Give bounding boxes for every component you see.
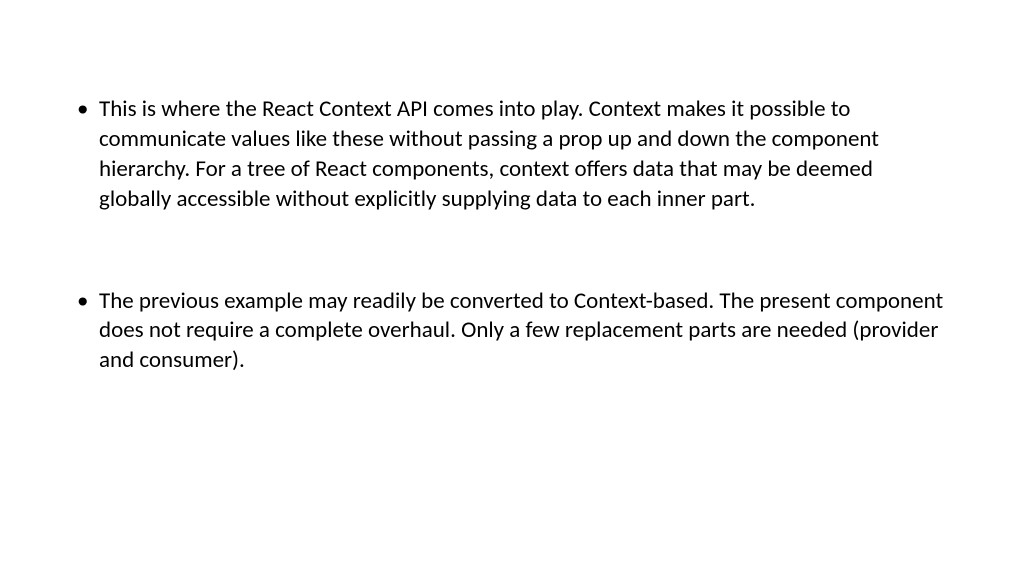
list-item: The previous example may readily be conv… (75, 287, 949, 377)
list-item: This is where the React Context API come… (75, 95, 949, 215)
bullet-list: This is where the React Context API come… (75, 95, 949, 376)
